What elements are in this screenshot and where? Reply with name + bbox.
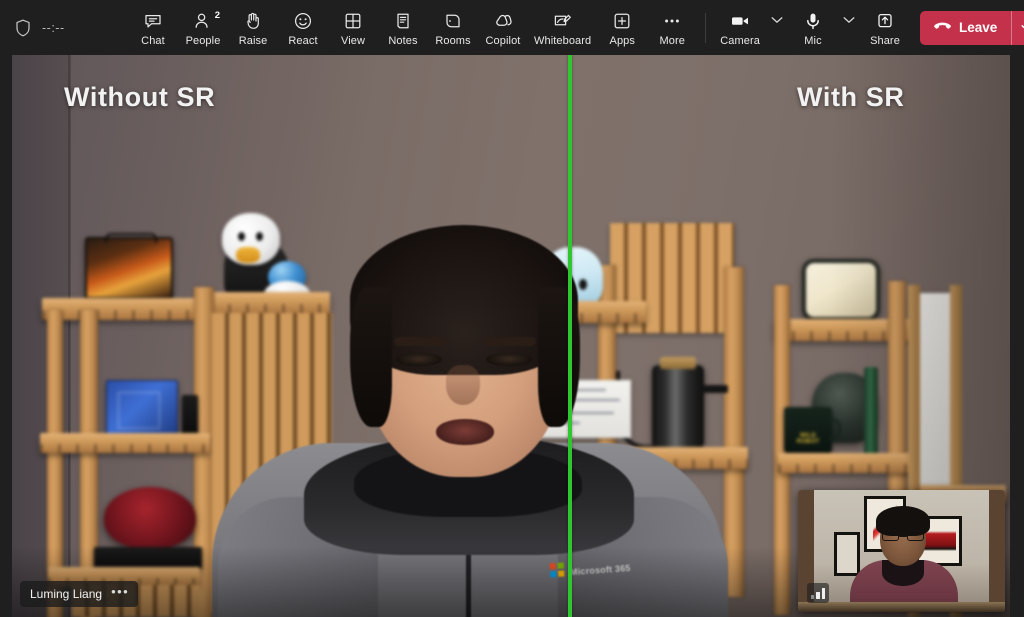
- person-eye-right: [486, 353, 532, 366]
- ellipsis-icon: [661, 10, 683, 32]
- shield-icon: [14, 18, 32, 38]
- dark-object-small: [182, 395, 198, 435]
- label-with-sr: With SR: [797, 82, 904, 113]
- self-view-video: [798, 490, 1005, 612]
- toolbar-label-chat: Chat: [141, 35, 165, 47]
- participant-name-badge[interactable]: Luming Liang •••: [20, 581, 138, 607]
- toolbar-label-raise: Raise: [239, 35, 268, 47]
- toolbar-item-apps[interactable]: Apps: [597, 4, 647, 51]
- wall-edge: [68, 55, 71, 617]
- blue-crate-object: [106, 380, 178, 438]
- toolbar-label-more: More: [660, 35, 685, 47]
- signal-bars-icon: [807, 583, 829, 603]
- toolbar-label-rooms: Rooms: [435, 35, 470, 47]
- grid-icon: [343, 10, 363, 32]
- toolbar-item-chat[interactable]: Chat: [128, 4, 178, 51]
- rooms-icon: [443, 10, 463, 32]
- whiteboard-icon: [552, 10, 573, 32]
- person-hair-left: [350, 287, 392, 427]
- penguin-plush-beak: [236, 247, 260, 263]
- leave-button-group: Leave: [920, 11, 1024, 45]
- toolbar-label-react: React: [288, 35, 317, 47]
- toolbar-label-view: View: [341, 35, 365, 47]
- pip-floor: [798, 602, 1005, 612]
- leave-chevron-down-icon[interactable]: [1012, 11, 1024, 45]
- people-count-badge: 2: [215, 10, 220, 21]
- copilot-icon: [493, 10, 514, 32]
- microphone-icon: [803, 10, 823, 32]
- toolbar-item-raise[interactable]: Raise: [228, 4, 278, 51]
- toolbar-label-copilot: Copilot: [486, 35, 521, 47]
- label-without-sr: Without SR: [64, 82, 215, 113]
- toolbar-right-group: Camera Mic: [697, 4, 1024, 51]
- toolbar-item-copilot[interactable]: Copilot: [478, 4, 528, 51]
- mic-chevron-down-icon[interactable]: [838, 4, 860, 51]
- toolbar-label-apps: Apps: [610, 35, 635, 47]
- leave-label: Leave: [959, 20, 997, 35]
- red-creature-figure: [104, 487, 196, 549]
- camera-icon: [729, 10, 751, 32]
- person-brow-right: [484, 337, 536, 346]
- sr-comparison-split-line[interactable]: [568, 55, 572, 617]
- camera-chevron-down-icon[interactable]: [766, 4, 788, 51]
- share-up-icon: [875, 10, 895, 32]
- toolbar-label-share: Share: [870, 35, 900, 47]
- wild-robot-mug: WILDROBOT: [784, 407, 832, 455]
- meeting-video-stage[interactable]: WILDROBOT: [12, 55, 1010, 617]
- toolbar-item-people[interactable]: 2 People: [178, 4, 228, 51]
- people-icon: 2: [193, 10, 213, 32]
- toolbar-item-react[interactable]: React: [278, 4, 328, 51]
- toolbar-label-camera: Camera: [720, 35, 760, 47]
- toolbar-label-whiteboard: Whiteboard: [534, 35, 591, 47]
- toolbar-actions: Chat 2 People Raise: [120, 4, 697, 51]
- pip-wall-art-left: [834, 532, 860, 576]
- plus-square-icon: [612, 10, 632, 32]
- toolbar-item-whiteboard[interactable]: Whiteboard: [528, 4, 597, 51]
- person-mouth: [436, 419, 494, 445]
- toolbar-item-view[interactable]: View: [328, 4, 378, 51]
- toolbar-item-share[interactable]: Share: [860, 4, 910, 51]
- person-brow-left: [394, 337, 446, 346]
- self-view-pip[interactable]: [798, 490, 1005, 612]
- mug-text: WILDROBOT: [784, 433, 832, 447]
- person-nose: [446, 365, 480, 405]
- raise-hand-icon: [243, 10, 263, 32]
- toolbar-item-camera[interactable]: Camera: [714, 4, 766, 51]
- chat-icon: [143, 10, 163, 32]
- meeting-timer: --:--: [42, 21, 65, 35]
- toolbar-item-notes[interactable]: Notes: [378, 4, 428, 51]
- toolbar-label-people: People: [186, 35, 221, 47]
- toolbar-item-more[interactable]: More: [647, 4, 697, 51]
- leave-button[interactable]: Leave: [920, 11, 1011, 45]
- toolbar-label-notes: Notes: [388, 35, 417, 47]
- toolbar-left-group: --:--: [0, 18, 120, 38]
- toolbar-divider: [705, 13, 706, 43]
- notes-icon: [393, 10, 413, 32]
- toolbar-item-mic[interactable]: Mic: [788, 4, 838, 51]
- glasses-icon: [882, 530, 924, 541]
- toolbar-label-mic: Mic: [804, 35, 821, 47]
- smiley-icon: [293, 10, 313, 32]
- collectible-lunchbox: [85, 237, 173, 299]
- participant-more-options-icon[interactable]: •••: [111, 588, 129, 600]
- toolbar-item-rooms[interactable]: Rooms: [428, 4, 478, 51]
- person-eye-left: [396, 353, 442, 366]
- person-hair-right: [538, 287, 580, 427]
- shelf-slab-mid-left: [40, 433, 210, 453]
- participant-name: Luming Liang: [30, 587, 102, 601]
- hangup-icon: [933, 19, 952, 37]
- kettle-spout: [702, 385, 728, 393]
- meeting-toolbar: --:-- Chat 2 People: [0, 0, 1024, 55]
- pip-wall-right: [989, 490, 1005, 612]
